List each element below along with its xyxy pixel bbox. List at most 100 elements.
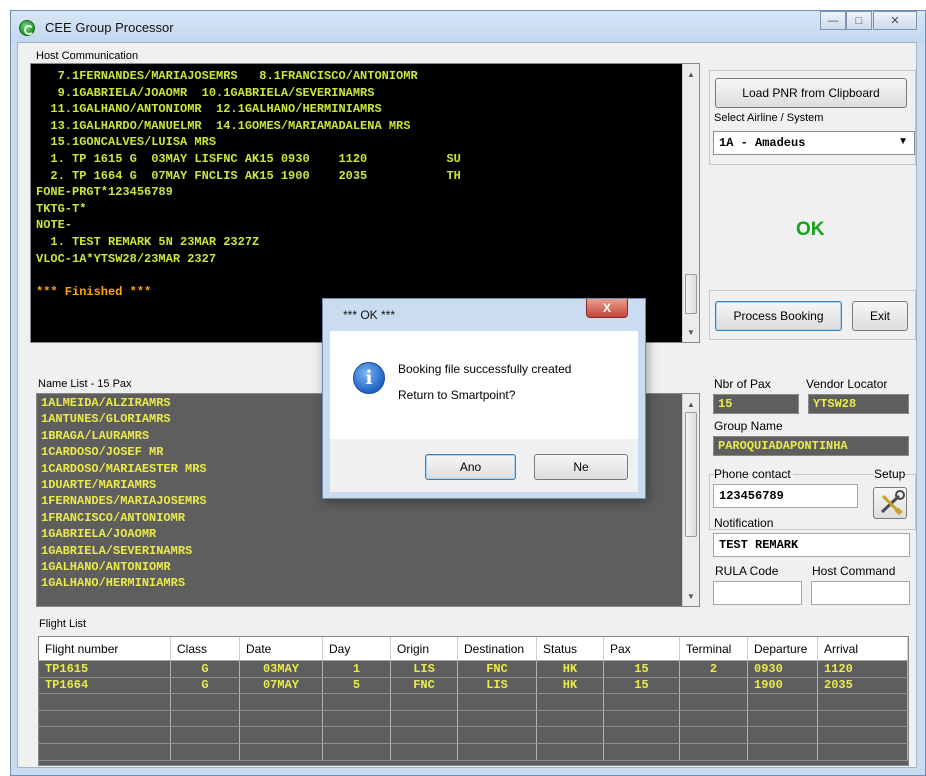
setup-label: Setup: [874, 467, 906, 481]
yes-button[interactable]: Ano: [425, 454, 516, 480]
table-row[interactable]: [39, 710, 908, 728]
table-cell: G: [171, 677, 240, 694]
list-item[interactable]: 1DUARTE/MARIAMRS: [41, 477, 207, 493]
scroll-up-icon[interactable]: ▲: [683, 396, 699, 412]
console-line: 7.1FERNANDES/MARIAJOSEMRS 8.1FRANCISCO/A…: [36, 69, 418, 83]
column-header[interactable]: Destination: [458, 637, 537, 660]
process-booking-button[interactable]: Process Booking: [715, 301, 842, 331]
list-item[interactable]: 1CARDOSO/JOSEF MR: [41, 444, 207, 460]
airline-select[interactable]: 1A - Amadeus ▼: [713, 131, 915, 155]
table-cell: HK: [537, 661, 604, 677]
console-line: 2. TP 1664 G 07MAY FNCLIS AK15 1900 2035…: [36, 168, 461, 183]
table-cell: [458, 694, 537, 710]
console-line: 13.1GALHARDO/MANUELMR 14.1GOMES/MARIAMAD…: [36, 118, 411, 133]
name-list-scrollbar[interactable]: ▲ ▼: [682, 394, 699, 606]
host-command-field[interactable]: [811, 581, 910, 605]
table-cell: [748, 694, 818, 710]
nbr-pax-value: 15: [713, 394, 799, 414]
table-cell: FNC: [391, 677, 458, 694]
table-cell: [391, 710, 458, 727]
console-scrollbar[interactable]: ▲ ▼: [682, 64, 699, 342]
column-header[interactable]: Date: [240, 637, 323, 660]
table-row[interactable]: [39, 743, 908, 761]
phone-contact-field[interactable]: 123456789: [713, 484, 858, 508]
table-cell: [748, 727, 818, 743]
column-header[interactable]: Flight number: [39, 637, 171, 660]
dialog-close-button[interactable]: X: [586, 299, 628, 318]
table-cell: 15: [604, 677, 680, 694]
name-lines: 1ALMEIDA/ALZIRAMRS 1ANTUNES/GLORIAMRS 1BRA…: [41, 395, 207, 592]
no-button[interactable]: Ne: [534, 454, 628, 480]
table-row[interactable]: [39, 694, 908, 711]
scroll-thumb[interactable]: [685, 274, 697, 314]
scroll-down-icon[interactable]: ▼: [683, 324, 699, 340]
table-cell: [240, 743, 323, 760]
table-cell: [818, 743, 908, 760]
notification-field[interactable]: TEST REMARK: [713, 533, 910, 557]
table-cell: [818, 727, 908, 743]
airline-select-value: 1A - Amadeus: [719, 136, 806, 150]
scroll-thumb[interactable]: [685, 412, 697, 537]
table-cell: TP1664: [39, 677, 171, 694]
list-item[interactable]: 1GALHANO/HERMINIAMRS: [41, 575, 207, 591]
scroll-up-icon[interactable]: ▲: [683, 66, 699, 82]
column-header[interactable]: Class: [171, 637, 240, 660]
column-header[interactable]: Arrival: [818, 637, 908, 660]
dialog-footer: Ano Ne: [330, 439, 638, 492]
scroll-down-icon[interactable]: ▼: [683, 588, 699, 604]
table-cell: [604, 743, 680, 760]
load-pnr-button[interactable]: Load PNR from Clipboard: [715, 78, 907, 108]
list-item[interactable]: 1ALMEIDA/ALZIRAMRS: [41, 395, 207, 411]
flight-list-label: Flight List: [39, 618, 87, 630]
table-row[interactable]: [39, 727, 908, 744]
list-item[interactable]: 1GABRIELA/JOAOMR: [41, 526, 207, 542]
column-header[interactable]: Departure: [748, 637, 818, 660]
table-cell: [537, 743, 604, 760]
table-cell: [39, 710, 171, 727]
list-item[interactable]: 1FRANCISCO/ANTONIOMR: [41, 510, 207, 526]
dialog-message: Booking file successfully created: [398, 362, 572, 376]
dialog-title: *** OK ***: [343, 308, 396, 322]
list-item[interactable]: 1GALHANO/ANTONIOMR: [41, 559, 207, 575]
window-buttons: — □ ✕: [820, 11, 917, 30]
flight-table[interactable]: Flight number Class Date Day Origin Destinati…: [38, 636, 909, 766]
rula-code-field[interactable]: [713, 581, 802, 605]
flight-table-header: Flight number Class Date Day Origin Destinati…: [39, 637, 908, 661]
table-cell: [240, 710, 323, 727]
chevron-down-icon: ▼: [898, 136, 908, 147]
table-cell: [680, 743, 748, 760]
table-cell: 1900: [748, 677, 818, 694]
table-cell: [323, 710, 391, 727]
column-header[interactable]: Origin: [391, 637, 458, 660]
minimize-button[interactable]: —: [820, 11, 846, 30]
table-row[interactable]: TP1615 G 03MAY 1 LIS FNC HK 15 2 0930 1120: [39, 661, 908, 678]
table-cell: [537, 694, 604, 710]
select-airline-label: Select Airline / System: [714, 112, 824, 124]
info-icon: i: [353, 362, 385, 394]
list-item[interactable]: 1BRAGA/LAURAMRS: [41, 428, 207, 444]
table-cell: [323, 727, 391, 743]
column-header[interactable]: Pax: [604, 637, 680, 660]
group-name-value: PAROQUIADAPONTINHA: [713, 436, 909, 456]
list-item[interactable]: 1CARDOSO/MARIAESTER MRS: [41, 461, 207, 477]
rula-code-label: RULA Code: [715, 564, 779, 578]
close-button[interactable]: ✕: [873, 11, 917, 30]
maximize-button[interactable]: □: [846, 11, 872, 30]
setup-button[interactable]: [873, 487, 907, 519]
notification-label: Notification: [714, 516, 774, 530]
table-cell: [39, 727, 171, 743]
list-item[interactable]: 1ANTUNES/GLORIAMRS: [41, 411, 207, 427]
exit-button[interactable]: Exit: [852, 301, 908, 331]
console-line: FONE-PRGT*123456789: [36, 185, 173, 200]
name-list-label: Name List - 15 Pax: [38, 378, 132, 390]
console-line: NOTE-: [36, 218, 73, 233]
list-item[interactable]: 1GABRIELA/SEVERINAMRS: [41, 543, 207, 559]
column-header[interactable]: Terminal: [680, 637, 748, 660]
console-line: 11.1GALHANO/ANTONIOMR 12.1GALHANO/HERMIN…: [36, 102, 382, 117]
table-cell: [680, 727, 748, 743]
column-header[interactable]: Day: [323, 637, 391, 660]
list-item[interactable]: 1FERNANDES/MARIAJOSEMRS: [41, 493, 207, 509]
table-row[interactable]: TP1664 G 07MAY 5 FNC LIS HK 15 1900 2035: [39, 677, 908, 695]
column-header[interactable]: Status: [537, 637, 604, 660]
